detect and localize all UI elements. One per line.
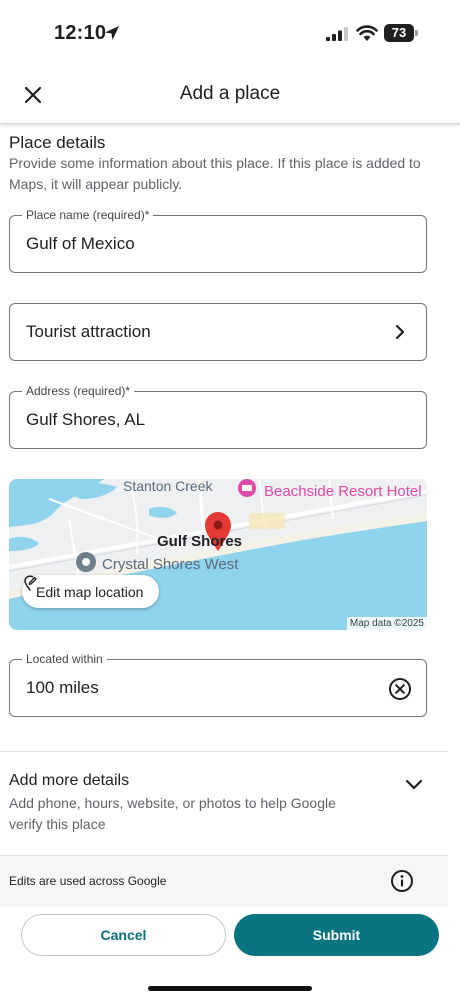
located-within-value: 100 miles (26, 678, 99, 697)
place-details-description: Provide some information about this plac… (9, 155, 421, 192)
edit-map-location-label: Edit map location (36, 583, 144, 600)
status-bar: 12:10 73 (0, 0, 460, 62)
map-label-hotel: Beachside Resort Hotel (264, 483, 422, 500)
battery-cap (415, 30, 418, 36)
footer-note: Edits are used across Google (0, 856, 448, 906)
app-header: Add a place (0, 62, 460, 124)
battery-level: 73 (384, 24, 414, 42)
location-arrow-icon (105, 26, 119, 40)
edit-pin-icon (24, 575, 37, 591)
chevron-down-icon[interactable] (404, 777, 424, 793)
more-details-description: Add phone, hours, website, or photos to … (9, 795, 336, 832)
edit-map-location-button[interactable]: Edit map location (22, 575, 160, 608)
located-within-field[interactable]: Located within 100 miles (9, 652, 427, 717)
footer-note-text: Edits are used across Google (9, 874, 167, 888)
located-within-label: Located within (22, 652, 107, 666)
home-indicator (148, 986, 312, 991)
place-name-value: Gulf of Mexico (26, 234, 135, 253)
chevron-right-icon (395, 324, 405, 340)
map-credit: Map data ©2025 (346, 617, 427, 630)
battery-icon: 73 (384, 24, 418, 42)
divider (0, 751, 448, 752)
address-field[interactable]: Address (required)* Gulf Shores, AL (9, 384, 427, 449)
place-name-label: Place name (required)* (22, 208, 154, 222)
map-label-city: Gulf Shores (157, 533, 243, 550)
map-label-crystal-shores: Crystal Shores West (102, 556, 239, 573)
address-value: Gulf Shores, AL (26, 410, 146, 429)
category-field[interactable]: Tourist attraction (9, 303, 427, 361)
cancel-button[interactable]: Cancel (21, 914, 226, 956)
submit-button[interactable]: Submit (234, 914, 439, 956)
more-details-title[interactable]: Add more details (9, 772, 129, 790)
status-time: 12:10 (54, 22, 107, 44)
address-label: Address (required)* (22, 384, 135, 398)
info-icon[interactable] (390, 869, 414, 893)
place-details-title: Place details (9, 133, 106, 152)
wifi-icon (356, 25, 378, 41)
place-name-field[interactable]: Place name (required)* Gulf of Mexico (9, 208, 427, 273)
category-value: Tourist attraction (26, 322, 151, 341)
signal-icon (326, 27, 348, 41)
map-preview[interactable]: Stanton Creek Beachside Resort Hotel Gul… (9, 479, 427, 630)
page-title: Add a place (179, 83, 281, 104)
map-label-stanton-creek: Stanton Creek (123, 479, 213, 494)
clear-icon[interactable] (388, 677, 412, 701)
